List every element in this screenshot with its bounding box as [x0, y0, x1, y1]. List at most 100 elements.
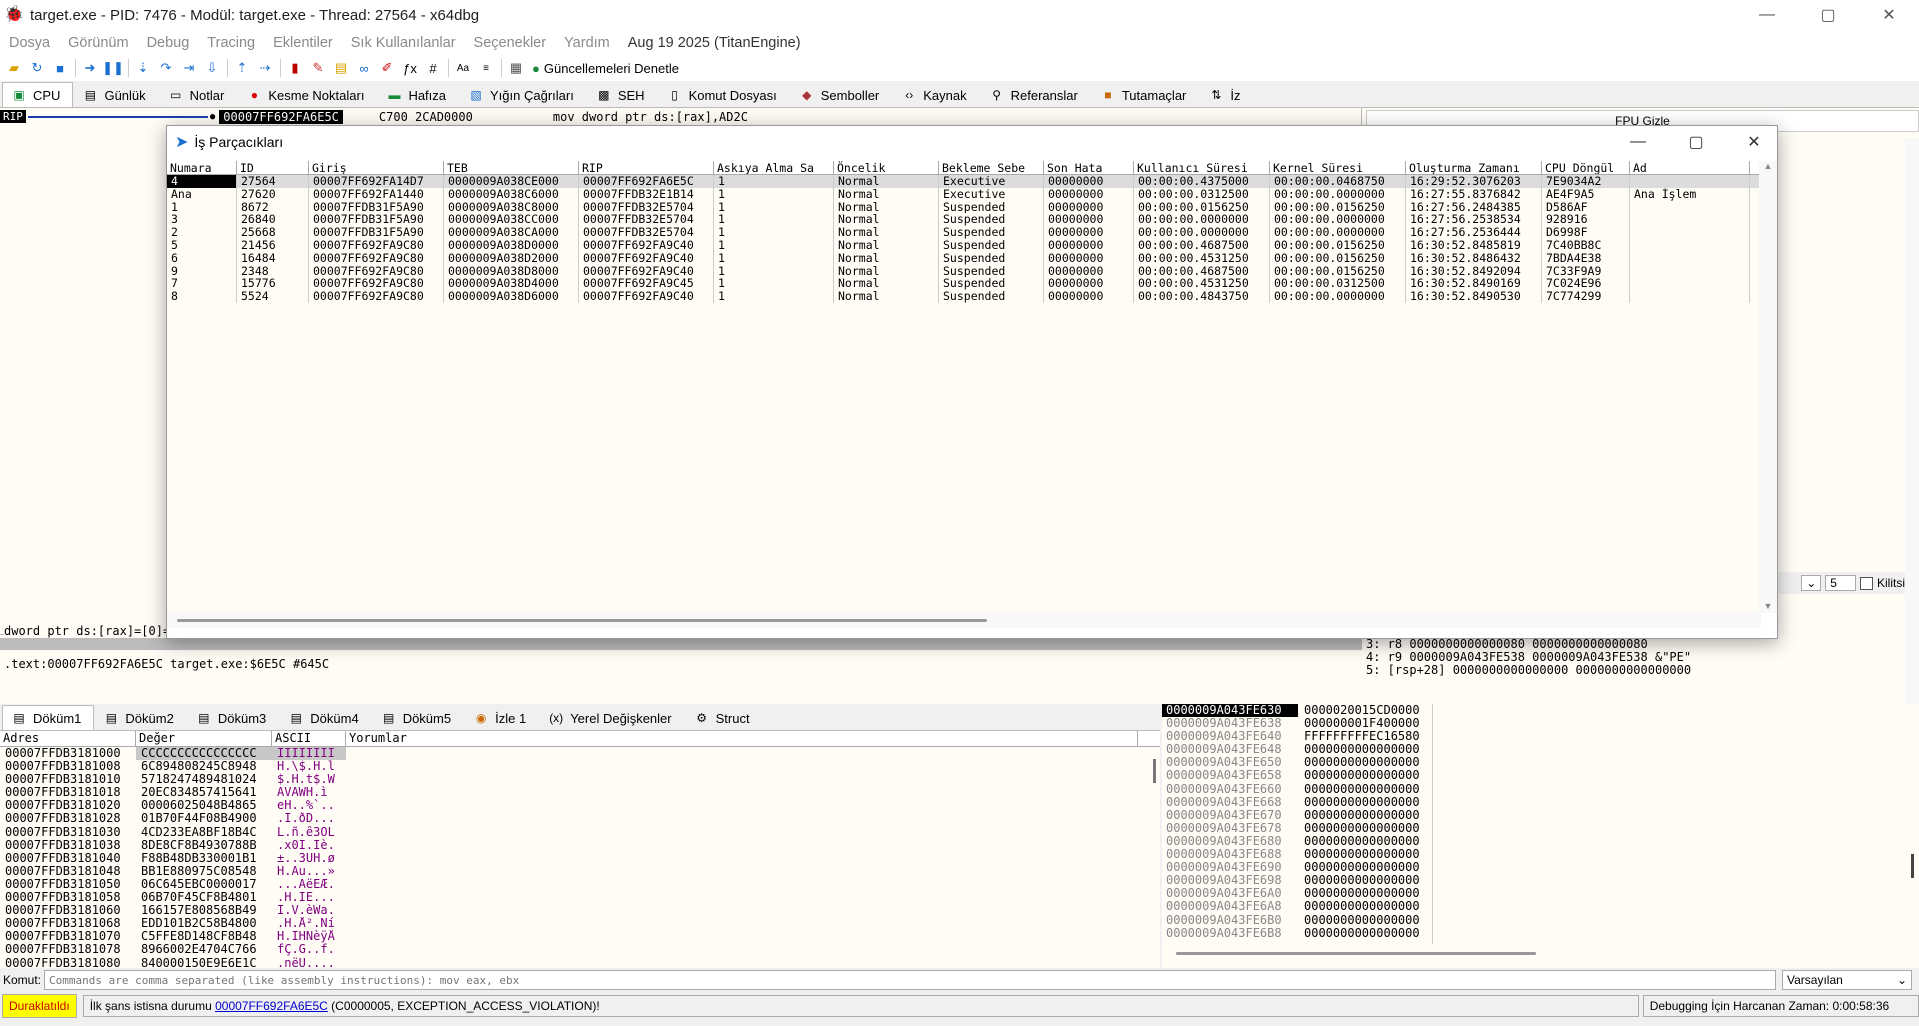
threads-col-header[interactable]: Numara — [167, 161, 237, 174]
maximize-button[interactable]: ▢ — [1799, 0, 1857, 30]
run-icon[interactable]: ➜ — [79, 57, 101, 79]
tab-dump2[interactable]: ▤ Döküm2 — [94, 705, 186, 730]
dump-row[interactable]: 00007FFDB3181070 C5FFE8D148CF8B48 H.ÏHÑèÿÅ — [0, 930, 1160, 943]
dump-row[interactable]: 00007FFDB3181028 01B70F44F08B4900 .I.ðD... — [0, 812, 1160, 825]
menu-options[interactable]: Seçenekler — [465, 35, 556, 51]
dump-row[interactable]: 00007FFDB3181010 5718247489481024 $.H.t$.W — [0, 773, 1160, 786]
menu-help[interactable]: Yardım — [555, 35, 619, 51]
stack-row[interactable]: 0000009A043FE6B8 0000000000000000 — [1162, 926, 1919, 940]
scroll-down-icon[interactable]: ▼ — [1759, 601, 1777, 611]
step-over-icon[interactable]: ↷ — [155, 57, 177, 79]
patch-icon[interactable]: ✎ — [307, 57, 329, 79]
close-button[interactable]: ✕ — [1860, 0, 1918, 30]
args-count-spinner[interactable]: 5 — [1825, 575, 1856, 591]
threads-col-header[interactable]: Öncelik — [834, 161, 939, 174]
memory-dump-pane[interactable]: Adres Değer ASCII Yorumlar 00007FFDB3181… — [0, 731, 1160, 969]
tab-source[interactable]: ‹› Kaynak — [892, 82, 979, 107]
stack-row[interactable]: 0000009A043FE658 0000000000000000 — [1162, 769, 1919, 782]
scylla-icon[interactable]: ▮ — [284, 57, 306, 79]
command-mode-select[interactable]: Varsayılan ⌄ — [1782, 970, 1913, 990]
thread-row[interactable]: 2 25668 00007FFDB31F5A90 0000009A038CA000 00… — [167, 226, 1761, 239]
threads-hscroll-thumb[interactable] — [177, 619, 987, 622]
dialog-minimize-button[interactable]: — — [1609, 126, 1667, 158]
threads-col-header[interactable]: Ad — [1630, 161, 1750, 174]
dump-row[interactable]: 00007FFDB3181018 20EC834857415641 AVAWH.ì — [0, 786, 1160, 799]
tab-log[interactable]: ▤ Günlük — [73, 82, 158, 107]
tab-notes[interactable]: ▭ Notlar — [159, 82, 238, 107]
menu-plugins[interactable]: Eklentiler — [264, 35, 342, 51]
dump-row[interactable]: 00007FFDB3181058 06B70F45CF8B4801 .H.ÏE... — [0, 891, 1160, 904]
threads-col-header[interactable]: Bekleme Sebe — [939, 161, 1044, 174]
threads-col-header[interactable]: TEB — [444, 161, 579, 174]
threads-hscroll[interactable] — [167, 612, 1761, 628]
dump-scrollbar[interactable] — [1148, 749, 1160, 968]
threads-col-header[interactable]: Oluşturma Zamanı — [1406, 161, 1542, 174]
font-icon[interactable]: Aa — [452, 57, 474, 79]
tab-watch1[interactable]: ◉ İzle 1 — [464, 705, 539, 730]
link-icon[interactable]: ∞ — [353, 57, 375, 79]
threads-col-header[interactable]: RIP — [579, 161, 714, 174]
stack-arg-row[interactable]: 5: [rsp+28] 0000000000000000 00000000000… — [1366, 664, 1691, 677]
dump-row[interactable]: 00007FFDB3181020 00006025048B4865 eH..%`.. — [0, 799, 1160, 812]
tab-breakpoints[interactable]: ● Kesme Noktaları — [237, 82, 377, 107]
threads-col-header[interactable]: Giriş — [309, 161, 444, 174]
menu-favourites[interactable]: Sık Kullanılanlar — [342, 35, 465, 51]
trace-into-icon[interactable]: ⇥ — [178, 57, 200, 79]
stack-row[interactable]: 0000009A043FE660 0000000000000000 — [1162, 782, 1919, 796]
tab-handles[interactable]: ■ Tutamaçlar — [1091, 82, 1200, 107]
threads-vscroll[interactable]: ▲ ▼ — [1759, 161, 1777, 613]
tab-memory[interactable]: ▬ Hafıza — [377, 82, 459, 107]
tab-locals[interactable]: (x) Yerel Değişkenler — [539, 705, 684, 730]
threads-col-header[interactable]: Son Hata — [1044, 161, 1134, 174]
stack-scrollbar[interactable] — [1905, 704, 1919, 964]
threads-col-header[interactable]: ID — [237, 161, 309, 174]
hash-icon[interactable]: # — [422, 57, 444, 79]
stack-hscroll[interactable] — [1176, 952, 1536, 955]
threads-col-header[interactable]: Kullanıcı Süresi — [1134, 161, 1270, 174]
tab-symbols[interactable]: ◆ Semboller — [790, 82, 893, 107]
minimize-button[interactable]: — — [1738, 0, 1796, 30]
dump-col-value[interactable]: Değer — [136, 731, 272, 746]
step-into-icon[interactable]: ⇣ — [132, 57, 154, 79]
dump-scroll-thumb[interactable] — [1152, 759, 1156, 783]
exception-address-link[interactable]: 00007FF692FA6E5C — [215, 999, 328, 1013]
dump-col-ascii[interactable]: ASCII — [272, 731, 346, 746]
dialog-maximize-button[interactable]: ▢ — [1667, 126, 1725, 158]
tab-dump4[interactable]: ▤ Döküm4 — [279, 705, 371, 730]
check-updates-button[interactable]: ● Güncellemeleri Denetle — [532, 61, 679, 76]
dump-row[interactable]: 00007FFDB3181050 06C645EBC0000017 ...ÀëEÆ. — [0, 878, 1160, 891]
thread-row[interactable]: 8 5524 00007FF692FA9C80 0000009A038D6000 000… — [167, 290, 1761, 303]
registers-scrollbar[interactable] — [1905, 138, 1919, 704]
thread-row[interactable]: 3 26840 00007FFDB31F5A90 0000009A038CC000 00… — [167, 213, 1761, 227]
menu-file[interactable]: Dosya — [0, 35, 59, 51]
thread-row[interactable]: 9 2348 00007FF692FA9C80 0000009A038D8000 000… — [167, 264, 1761, 278]
tab-cpu[interactable]: ▣ CPU — [2, 82, 74, 107]
dump-row[interactable]: 00007FFDB3181068 EDD101B2C58B4800 .H.Å².Ñí — [0, 917, 1160, 930]
comment-icon[interactable]: ▤ — [330, 57, 352, 79]
stack-row[interactable]: 0000009A043FE670 0000000000000000 — [1162, 808, 1919, 822]
scroll-up-icon[interactable]: ▲ — [1759, 161, 1777, 171]
calculator-icon[interactable]: ▦ — [505, 57, 527, 79]
threads-col-header[interactable]: Askıya Alma Sa — [714, 161, 834, 174]
thread-row[interactable]: 6 16484 00007FF692FA9C80 0000009A038D2000 00… — [167, 251, 1761, 265]
stack-scroll-thumb[interactable] — [1910, 854, 1914, 878]
trace-over-icon[interactable]: ⇩ — [201, 57, 223, 79]
lock-checkbox[interactable] — [1859, 576, 1873, 590]
command-input[interactable] — [44, 970, 1777, 990]
tab-callstack[interactable]: ▧ Yığın Çağrıları — [459, 82, 587, 107]
dump-row[interactable]: 00007FFDB3181000 CCCCCCCCCCCCCCCC ÌÌÌÌÌÌÌÌ — [0, 747, 1160, 761]
threads-col-header[interactable]: CPU Döngül — [1542, 161, 1630, 174]
dump-col-address[interactable]: Adres — [0, 731, 136, 746]
run-to-user-code-icon[interactable]: ⇢ — [254, 57, 276, 79]
dump-col-comments[interactable]: Yorumlar — [346, 731, 1138, 746]
thread-row[interactable]: 7 15776 00007FF692FA9C80 0000009A038D4000 00… — [167, 277, 1761, 291]
tab-trace[interactable]: ⇅ İz — [1199, 82, 1253, 107]
thread-row[interactable]: 4 27564 00007FF692FA14D7 0000009A038CE000 00… — [167, 175, 1761, 188]
menu-debug[interactable]: Debug — [138, 35, 199, 51]
tab-dump5[interactable]: ▤ Döküm5 — [372, 705, 464, 730]
tab-references[interactable]: ⚲ Referanslar — [980, 82, 1091, 107]
current-instruction-row[interactable]: RIP ● 00007FF692FA6E5C C700 2CAD0000 mov… — [0, 109, 748, 124]
execute-till-return-icon[interactable]: ⇡ — [231, 57, 253, 79]
dump-row[interactable]: 00007FFDB3181078 8966002E4704C766 fÇ.G..f. — [0, 943, 1160, 956]
thread-row[interactable]: Ana 27620 00007FF692FA1440 0000009A038C6000… — [167, 187, 1761, 201]
